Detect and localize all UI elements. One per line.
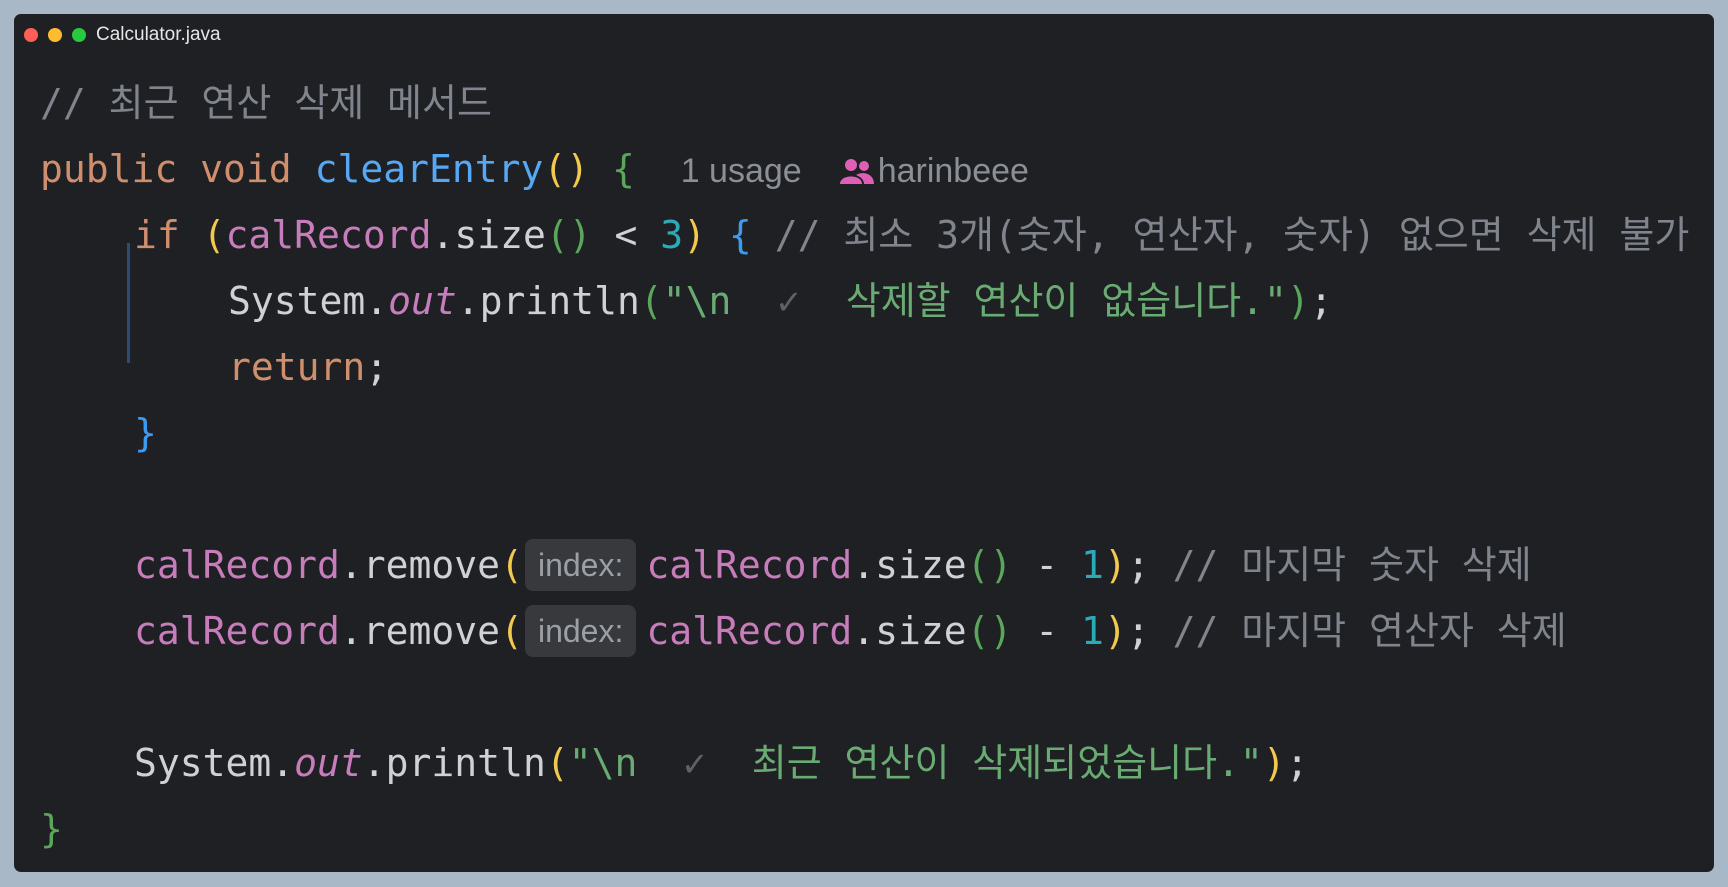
keyword-public: public: [40, 147, 178, 191]
semicolon: ;: [1309, 279, 1333, 323]
brace: }: [134, 411, 157, 455]
field-ref: calRecord: [646, 609, 853, 653]
operator: -: [1012, 609, 1082, 653]
static-field: out: [294, 741, 363, 785]
field-ref: calRecord: [225, 213, 432, 257]
field-ref: calRecord: [646, 543, 853, 587]
parameter-hint: index:: [524, 605, 637, 657]
class-ref: System.: [134, 741, 295, 785]
method-name[interactable]: clearEntry: [315, 147, 544, 191]
string-literal: "\n: [568, 741, 684, 785]
brace: {: [612, 147, 635, 191]
code-line-1: // 최근 연산 삭제 메서드: [40, 70, 492, 136]
static-field: out: [388, 279, 457, 323]
usages-hint[interactable]: 1 usage: [681, 152, 802, 190]
paren: (: [543, 147, 567, 191]
string-literal: 삭제할 연산이 없습니다.": [800, 279, 1287, 323]
close-button[interactable]: [24, 28, 38, 42]
zoom-button[interactable]: [72, 28, 86, 42]
string-literal: 최근 연산이 삭제되었습니다.": [706, 741, 1263, 785]
paren: (: [500, 543, 523, 587]
number-literal: 3: [660, 213, 684, 257]
method-call: .remove: [339, 609, 501, 653]
code-line-12: }: [40, 796, 63, 862]
paren: ): [683, 213, 707, 257]
method-call: .println: [456, 279, 640, 323]
code-line-11: System.out.println("\n ✓ 최근 연산이 삭제되었습니다.…: [40, 730, 1309, 796]
window-title: Calculator.java: [96, 24, 221, 45]
field-ref: calRecord: [134, 543, 340, 587]
code-line-4: System.out.println("\n ✓ 삭제할 연산이 없습니다.")…: [40, 268, 1333, 334]
paren: ): [1286, 279, 1310, 323]
comment: // 최소 3개(숫자, 연산자, 숫자) 없으면 삭제 불가: [774, 213, 1690, 257]
author-hint[interactable]: harinbeee: [878, 152, 1029, 190]
method-call: .remove: [339, 543, 501, 587]
paren: (): [966, 609, 1013, 653]
semicolon: ;: [1126, 543, 1150, 587]
users-icon: [839, 159, 874, 184]
code-line-9: calRecord.remove(index: calRecord.size() …: [40, 598, 1567, 664]
paren: (): [545, 213, 592, 257]
minimize-button[interactable]: [48, 28, 62, 42]
comment: // 마지막 숫자 삭제: [1172, 543, 1532, 587]
title-bar: Calculator.java: [14, 14, 1714, 56]
semicolon: ;: [365, 345, 389, 389]
check-icon: ✓: [777, 279, 800, 323]
operator: <: [591, 213, 661, 257]
class-ref: System.: [228, 279, 389, 323]
comment: // 최근 연산 삭제 메서드: [40, 81, 492, 125]
brace: }: [40, 807, 63, 851]
code-line-8: calRecord.remove(index: calRecord.size() …: [40, 532, 1532, 598]
code-line-6: }: [40, 400, 157, 466]
semicolon: ;: [1126, 609, 1150, 653]
paren: ): [566, 147, 590, 191]
semicolon: ;: [1285, 741, 1309, 785]
string-literal: "\n: [662, 279, 778, 323]
paren: (: [202, 213, 226, 257]
code-line-3: if (calRecord.size() < 3) { // 최소 3개(숫자,…: [40, 202, 1689, 268]
code-line-5: return;: [40, 334, 388, 400]
paren: (): [966, 543, 1013, 587]
operator: -: [1012, 543, 1082, 587]
number-literal: 1: [1081, 543, 1104, 587]
editor-window: Calculator.java // 최근 연산 삭제 메서드 public v…: [14, 14, 1714, 872]
paren: (: [500, 609, 523, 653]
code-line-2: public void clearEntry() { 1 usage harinb…: [40, 136, 1029, 202]
paren: (: [545, 741, 569, 785]
method-call: .size: [852, 543, 967, 587]
keyword-if: if: [134, 213, 180, 257]
parameter-hint: index:: [524, 539, 637, 591]
paren: ): [1103, 543, 1127, 587]
brace: {: [728, 213, 752, 257]
keyword-return: return: [228, 345, 366, 389]
paren: ): [1262, 741, 1286, 785]
method-call: .println: [362, 741, 546, 785]
method-call: .size: [431, 213, 546, 257]
comment: // 마지막 연산자 삭제: [1172, 609, 1567, 653]
keyword-void: void: [200, 147, 292, 191]
method-call: .size: [852, 609, 967, 653]
field-ref: calRecord: [134, 609, 340, 653]
paren: ): [1103, 609, 1127, 653]
number-literal: 1: [1081, 609, 1104, 653]
paren: (: [639, 279, 663, 323]
check-icon: ✓: [683, 741, 706, 785]
